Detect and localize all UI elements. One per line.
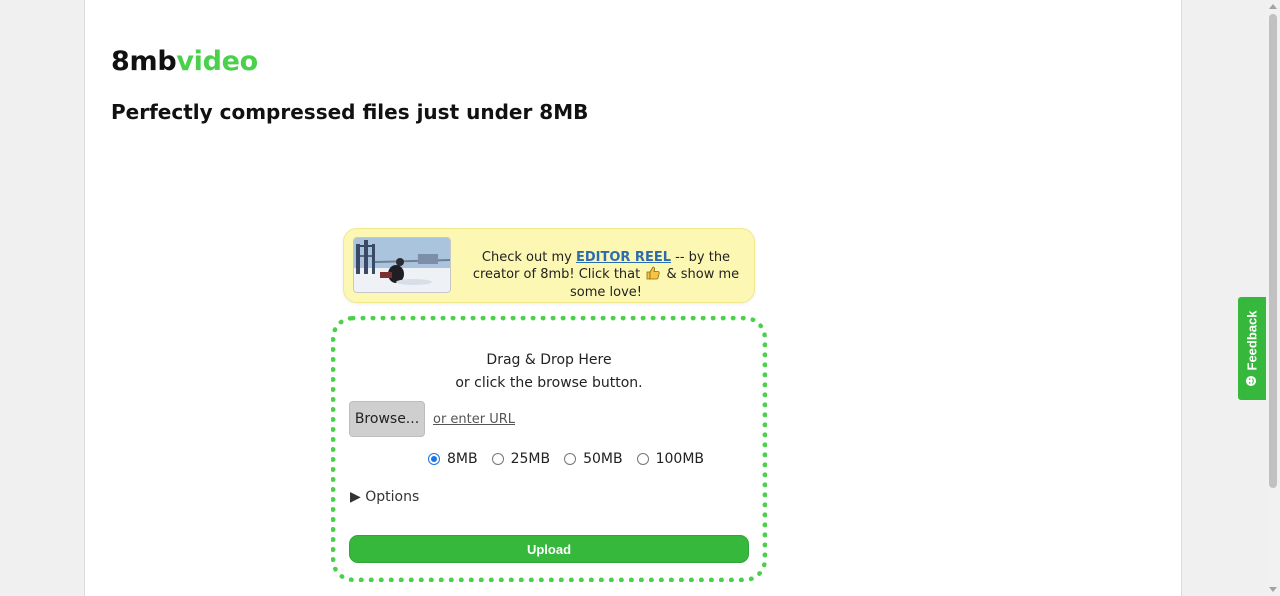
promo-text-start: Check out my bbox=[481, 250, 576, 265]
scroll-up-arrow-icon[interactable] bbox=[1269, 4, 1277, 9]
scrollbar-thumb[interactable] bbox=[1269, 14, 1277, 488]
size-label-25mb: 25MB bbox=[510, 451, 551, 467]
editor-reel-link[interactable]: EDITOR REEL bbox=[576, 250, 671, 265]
size-radio-25mb[interactable] bbox=[491, 453, 504, 465]
drop-instruction: Drag & Drop Here bbox=[486, 352, 612, 368]
size-label-8mb: 8MB bbox=[447, 451, 478, 467]
size-label-50mb: 50MB bbox=[583, 451, 623, 467]
upload-button[interactable]: Upload bbox=[349, 535, 749, 563]
browse-instruction: or click the browse button. bbox=[455, 375, 643, 391]
feedback-label: Feedback bbox=[1244, 310, 1260, 371]
promo-thumbnail[interactable] bbox=[353, 237, 451, 293]
size-selector: 8MB 25MB 50MB 100MB bbox=[428, 451, 718, 467]
browse-button[interactable]: Browse... bbox=[349, 401, 425, 437]
size-label-100mb: 100MB bbox=[655, 451, 704, 467]
size-option-25mb[interactable]: 25MB bbox=[491, 451, 551, 467]
smile-icon bbox=[1245, 375, 1260, 387]
thumbs-up-icon bbox=[646, 266, 661, 285]
size-option-8mb[interactable]: 8MB bbox=[428, 451, 478, 467]
page-tagline: Perfectly compressed files just under 8M… bbox=[111, 100, 589, 124]
upload-dropzone[interactable]: Drag & Drop Here or click the browse but… bbox=[331, 316, 767, 582]
size-radio-50mb[interactable] bbox=[564, 453, 577, 465]
size-option-50mb[interactable]: 50MB bbox=[564, 451, 623, 467]
video-thumbnail-image bbox=[354, 238, 450, 292]
size-option-100mb[interactable]: 100MB bbox=[636, 451, 704, 467]
feedback-tab-content: Feedback bbox=[1245, 311, 1260, 387]
vertical-scrollbar[interactable] bbox=[1266, 0, 1280, 596]
logo-part-1: 8mb bbox=[111, 46, 177, 77]
promo-message: Check out my EDITOR REEL -- by the creat… bbox=[466, 250, 746, 301]
size-radio-8mb[interactable] bbox=[428, 453, 440, 465]
size-radio-100mb[interactable] bbox=[636, 453, 649, 465]
enter-url-link[interactable]: or enter URL bbox=[433, 412, 515, 427]
logo-part-2: video bbox=[176, 46, 258, 77]
feedback-tab[interactable]: Feedback bbox=[1238, 297, 1266, 400]
scroll-down-arrow-icon[interactable] bbox=[1269, 587, 1277, 592]
options-toggle[interactable]: ▶ Options bbox=[350, 489, 419, 505]
promo-banner: Check out my EDITOR REEL -- by the creat… bbox=[343, 228, 755, 303]
site-logo[interactable]: 8mbvideo bbox=[111, 46, 258, 77]
